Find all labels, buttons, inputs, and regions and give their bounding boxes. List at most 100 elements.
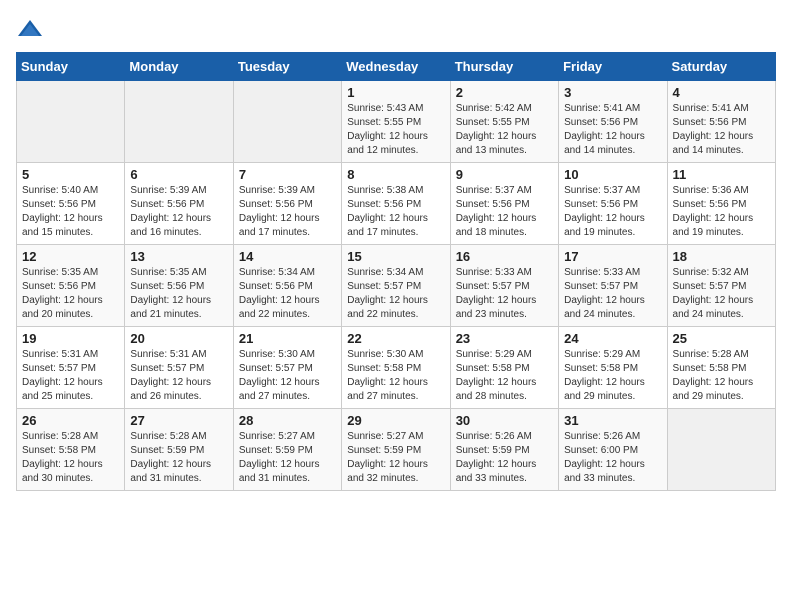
day-number: 21 [239,331,336,346]
day-header-monday: Monday [125,53,233,81]
calendar-cell: 12 Sunrise: 5:35 AM Sunset: 5:56 PM Dayli… [17,245,125,327]
calendar-cell: 22Sunrise: 5:30 AM Sunset: 5:58 PM Dayli… [342,327,450,409]
day-number: 25 [673,331,770,346]
day-info: Sunrise: 5:29 AM Sunset: 5:58 PM Dayligh… [564,348,661,404]
day-info: Sunrise: 5:29 AM Sunset: 5:58 PM Dayligh… [456,348,553,404]
day-number: 19 [22,331,119,346]
logo-icon [16,16,44,44]
day-number: 8 [347,167,444,182]
calendar-cell [233,81,341,163]
calendar-cell: 26 Sunrise: 5:28 AM Sunset: 5:58 PM Dayli… [17,409,125,491]
day-number: 16 [456,249,553,264]
day-number: 1 [347,85,444,100]
day-number: 12 [22,249,119,264]
day-info: Sunrise: 5:33 AM Sunset: 5:57 PM Dayligh… [564,266,661,322]
calendar-cell: 3 Sunrise: 5:41 AM Sunset: 5:56 PM Daylig… [559,81,667,163]
day-info: Sunrise: 5:28 AM Sunset: 5:58 PM Dayligh… [673,348,770,404]
day-number: 23 [456,331,553,346]
calendar-header-row: SundayMondayTuesdayWednesdayThursdayFrid… [17,53,776,81]
calendar-cell: 19Sunrise: 5:31 AM Sunset: 5:57 PM Dayli… [17,327,125,409]
calendar-cell: 18 Sunrise: 5:32 AM Sunset: 5:57 PM Dayli… [667,245,775,327]
day-header-wednesday: Wednesday [342,53,450,81]
day-info: Sunrise: 5:38 AM Sunset: 5:56 PM Dayligh… [347,184,444,240]
day-info: Sunrise: 5:42 AM Sunset: 5:55 PM Dayligh… [456,102,553,158]
calendar-cell: 31 Sunrise: 5:26 AM Sunset: 6:00 PM Dayli… [559,409,667,491]
calendar-cell: 10Sunrise: 5:37 AM Sunset: 5:56 PM Dayli… [559,163,667,245]
day-info: Sunrise: 5:37 AM Sunset: 5:56 PM Dayligh… [456,184,553,240]
day-number: 9 [456,167,553,182]
calendar-cell: 25 Sunrise: 5:28 AM Sunset: 5:58 PM Dayli… [667,327,775,409]
calendar-cell: 6 Sunrise: 5:39 AM Sunset: 5:56 PM Daylig… [125,163,233,245]
calendar-cell: 17 Sunrise: 5:33 AM Sunset: 5:57 PM Dayli… [559,245,667,327]
day-info: Sunrise: 5:34 AM Sunset: 5:56 PM Dayligh… [239,266,336,322]
day-info: Sunrise: 5:30 AM Sunset: 5:58 PM Dayligh… [347,348,444,404]
calendar-cell: 20 Sunrise: 5:31 AM Sunset: 5:57 PM Dayli… [125,327,233,409]
day-number: 10 [564,167,661,182]
day-number: 11 [673,167,770,182]
calendar-cell: 7Sunrise: 5:39 AM Sunset: 5:56 PM Daylig… [233,163,341,245]
day-number: 2 [456,85,553,100]
day-number: 3 [564,85,661,100]
logo [16,16,48,44]
calendar-cell [667,409,775,491]
calendar-week-3: 12 Sunrise: 5:35 AM Sunset: 5:56 PM Dayli… [17,245,776,327]
day-header-saturday: Saturday [667,53,775,81]
day-info: Sunrise: 5:35 AM Sunset: 5:56 PM Dayligh… [22,266,119,322]
calendar-cell: 9 Sunrise: 5:37 AM Sunset: 5:56 PM Daylig… [450,163,558,245]
day-number: 13 [130,249,227,264]
day-number: 15 [347,249,444,264]
day-number: 4 [673,85,770,100]
day-info: Sunrise: 5:27 AM Sunset: 5:59 PM Dayligh… [239,430,336,486]
day-info: Sunrise: 5:41 AM Sunset: 5:56 PM Dayligh… [564,102,661,158]
day-number: 24 [564,331,661,346]
calendar-table: SundayMondayTuesdayWednesdayThursdayFrid… [16,52,776,491]
day-number: 28 [239,413,336,428]
page-header [16,16,776,44]
day-header-tuesday: Tuesday [233,53,341,81]
calendar-cell [125,81,233,163]
calendar-cell: 15 Sunrise: 5:34 AM Sunset: 5:57 PM Dayli… [342,245,450,327]
day-number: 27 [130,413,227,428]
calendar-cell: 14 Sunrise: 5:34 AM Sunset: 5:56 PM Dayli… [233,245,341,327]
calendar-week-2: 5 Sunrise: 5:40 AM Sunset: 5:56 PM Daylig… [17,163,776,245]
day-number: 26 [22,413,119,428]
calendar-week-1: 1 Sunrise: 5:43 AM Sunset: 5:55 PM Daylig… [17,81,776,163]
day-info: Sunrise: 5:26 AM Sunset: 6:00 PM Dayligh… [564,430,661,486]
calendar-cell: 24 Sunrise: 5:29 AM Sunset: 5:58 PM Dayli… [559,327,667,409]
day-number: 5 [22,167,119,182]
day-info: Sunrise: 5:27 AM Sunset: 5:59 PM Dayligh… [347,430,444,486]
day-number: 20 [130,331,227,346]
calendar-cell: 21 Sunrise: 5:30 AM Sunset: 5:57 PM Dayli… [233,327,341,409]
day-number: 14 [239,249,336,264]
day-info: Sunrise: 5:26 AM Sunset: 5:59 PM Dayligh… [456,430,553,486]
day-number: 17 [564,249,661,264]
day-info: Sunrise: 5:28 AM Sunset: 5:58 PM Dayligh… [22,430,119,486]
day-info: Sunrise: 5:31 AM Sunset: 5:57 PM Dayligh… [130,348,227,404]
calendar-cell: 2 Sunrise: 5:42 AM Sunset: 5:55 PM Daylig… [450,81,558,163]
day-number: 31 [564,413,661,428]
day-info: Sunrise: 5:36 AM Sunset: 5:56 PM Dayligh… [673,184,770,240]
calendar-cell: 1 Sunrise: 5:43 AM Sunset: 5:55 PM Daylig… [342,81,450,163]
day-number: 30 [456,413,553,428]
day-info: Sunrise: 5:32 AM Sunset: 5:57 PM Dayligh… [673,266,770,322]
day-info: Sunrise: 5:41 AM Sunset: 5:56 PM Dayligh… [673,102,770,158]
calendar-cell: 8 Sunrise: 5:38 AM Sunset: 5:56 PM Daylig… [342,163,450,245]
day-info: Sunrise: 5:34 AM Sunset: 5:57 PM Dayligh… [347,266,444,322]
calendar-cell: 27Sunrise: 5:28 AM Sunset: 5:59 PM Dayli… [125,409,233,491]
calendar-cell [17,81,125,163]
calendar-week-5: 26 Sunrise: 5:28 AM Sunset: 5:58 PM Dayli… [17,409,776,491]
day-number: 18 [673,249,770,264]
calendar-week-4: 19 Sunrise: 5:31 AM Sunset: 5:57 PM Dayli… [17,327,776,409]
day-header-sunday: Sunday [17,53,125,81]
day-info: Sunrise: 5:39 AM Sunset: 5:56 PM Dayligh… [130,184,227,240]
day-info: Sunrise: 5:33 AM Sunset: 5:57 PM Dayligh… [456,266,553,322]
day-info: Sunrise: 5:30 AM Sunset: 5:57 PM Dayligh… [239,348,336,404]
day-info: Sunrise: 5:43 AM Sunset: 5:55 PM Dayligh… [347,102,444,158]
day-header-friday: Friday [559,53,667,81]
calendar-cell: 13Sunrise: 5:35 AM Sunset: 5:56 PM Dayli… [125,245,233,327]
calendar-cell: 5 Sunrise: 5:40 AM Sunset: 5:56 PM Daylig… [17,163,125,245]
day-info: Sunrise: 5:40 AM Sunset: 5:56 PM Dayligh… [22,184,119,240]
day-info: Sunrise: 5:39 AM Sunset: 5:56 PM Dayligh… [239,184,336,240]
calendar-cell: 4 Sunrise: 5:41 AM Sunset: 5:56 PM Daylig… [667,81,775,163]
day-number: 6 [130,167,227,182]
